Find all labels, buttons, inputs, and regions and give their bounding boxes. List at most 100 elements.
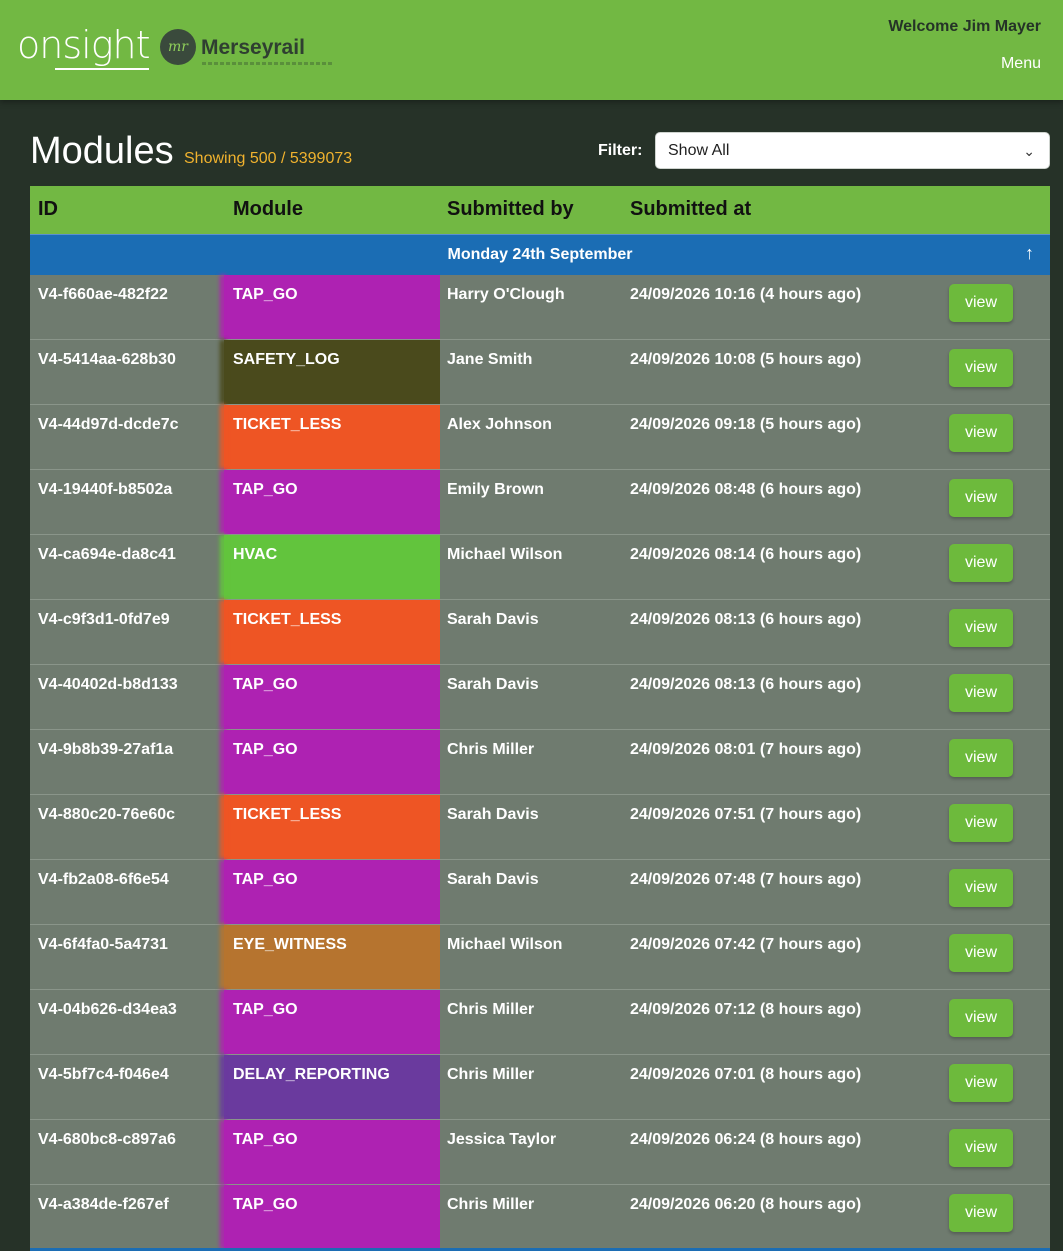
date-group-header[interactable]: Monday 24th September ↑ (30, 234, 1050, 275)
row-submitted-by: Chris Miller (447, 741, 535, 758)
merseyrail-logo: mr Merseyrail (160, 29, 340, 69)
chevron-down-icon: ⌄ (1023, 143, 1035, 159)
view-button[interactable]: view (949, 1064, 1013, 1102)
row-submitted-at: 24/09/2026 07:01 (8 hours ago) (630, 1066, 862, 1083)
view-button[interactable]: view (949, 869, 1013, 907)
view-button[interactable]: view (949, 739, 1013, 777)
row-module-badge: TAP_GO (224, 1120, 440, 1184)
filter-select-value: Show All (668, 142, 730, 159)
row-submitted-at: 24/09/2026 08:14 (6 hours ago) (630, 546, 862, 563)
row-submitted-by: Chris Miller (447, 1066, 535, 1083)
row-submitted-at: 24/09/2026 08:13 (6 hours ago) (630, 611, 862, 628)
table-row: V4-04b626-d34ea3 TAP_GO Chris Miller 24/09/… (30, 990, 1050, 1055)
row-id: V4-44d97d-dcde7c (38, 416, 179, 433)
row-submitted-by: Michael Wilson (447, 546, 563, 563)
view-button[interactable]: view (949, 349, 1013, 387)
view-button[interactable]: view (949, 804, 1013, 842)
row-submitted-at: 24/09/2026 08:01 (7 hours ago) (630, 741, 862, 758)
menu-button[interactable]: Menu (1001, 55, 1041, 73)
arrow-up-icon[interactable]: ↑ (1025, 243, 1034, 264)
row-submitted-at: 24/09/2026 08:13 (6 hours ago) (630, 676, 862, 693)
view-button[interactable]: view (949, 999, 1013, 1037)
row-id: V4-880c20-76e60c (38, 806, 176, 823)
table-row: V4-f660ae-482f22 TAP_GO Harry O'Clough 24/0… (30, 275, 1050, 340)
row-id: V4-680bc8-c897a6 (38, 1131, 176, 1148)
table-row: V4-6f4fa0-5a4731 EYE_WITNESS Michael Wilso… (30, 925, 1050, 990)
row-submitted-at: 24/09/2026 07:42 (7 hours ago) (630, 936, 862, 953)
row-submitted-by: Chris Miller (447, 1001, 535, 1018)
row-submitted-at: 24/09/2026 08:48 (6 hours ago) (630, 481, 862, 498)
row-submitted-at: 24/09/2026 09:18 (5 hours ago) (630, 416, 862, 433)
row-module-badge: DELAY_REPORTING (224, 1055, 440, 1119)
view-button[interactable]: view (949, 609, 1013, 647)
row-submitted-at: 24/09/2026 10:16 (4 hours ago) (630, 286, 862, 303)
merseyrail-tagline (202, 62, 332, 65)
table-row: V4-680bc8-c897a6 TAP_GO Jessica Taylor 24/0… (30, 1120, 1050, 1185)
table-body: V4-f660ae-482f22 TAP_GO Harry O'Clough 24/0… (30, 275, 1050, 1250)
view-button[interactable]: view (949, 284, 1013, 322)
row-id: V4-a384de-f267ef (38, 1196, 169, 1213)
row-id: V4-19440f-b8502a (38, 481, 173, 498)
modules-table: ID Module Submitted by Submitted at Mond… (30, 186, 1050, 1250)
row-id: V4-5414aa-628b30 (38, 351, 176, 368)
table-row: V4-c9f3d1-0fd7e9 TICKET_LESS Sarah Davis 24… (30, 600, 1050, 665)
view-button[interactable]: view (949, 1194, 1013, 1232)
view-button[interactable]: view (949, 934, 1013, 972)
welcome-text: Welcome Jim Mayer (888, 18, 1041, 35)
row-module-badge: HVAC (224, 535, 440, 599)
row-submitted-at: 24/09/2026 06:24 (8 hours ago) (630, 1131, 862, 1148)
row-module-badge: TICKET_LESS (224, 405, 440, 469)
table-row: V4-ca694e-da8c41 HVAC Michael Wilson 24/09/… (30, 535, 1050, 600)
row-id: V4-04b626-d34ea3 (38, 1001, 177, 1018)
filter-select[interactable]: Show All ⌄ (655, 132, 1050, 169)
column-header-module[interactable]: Module (233, 198, 303, 221)
table-row: V4-9b8b39-27af1a TAP_GO Chris Miller 24/09/… (30, 730, 1050, 795)
row-submitted-by: Chris Miller (447, 1196, 535, 1213)
table-row: V4-19440f-b8502a TAP_GO Emily Brown 24/09/2… (30, 470, 1050, 535)
column-header-id[interactable]: ID (38, 198, 58, 221)
row-submitted-by: Michael Wilson (447, 936, 563, 953)
row-module-badge: TAP_GO (224, 990, 440, 1054)
row-module-badge: TAP_GO (224, 1185, 440, 1249)
row-submitted-at: 24/09/2026 07:51 (7 hours ago) (630, 806, 862, 823)
row-module-badge: TAP_GO (224, 730, 440, 794)
row-module-badge: TAP_GO (224, 275, 440, 339)
row-id: V4-ca694e-da8c41 (38, 546, 176, 563)
row-submitted-by: Harry O'Clough (447, 286, 565, 303)
onsight-logo-text: onsight (17, 23, 150, 67)
row-id: V4-c9f3d1-0fd7e9 (38, 611, 170, 628)
view-button[interactable]: view (949, 1129, 1013, 1167)
page-title: Modules (30, 130, 174, 172)
column-header-submitted-by[interactable]: Submitted by (447, 198, 574, 221)
table-row: V4-5414aa-628b30 SAFETY_LOG Jane Smith 24/0… (30, 340, 1050, 405)
row-module-badge: EYE_WITNESS (224, 925, 440, 989)
row-submitted-at: 24/09/2026 10:08 (5 hours ago) (630, 351, 862, 368)
view-button[interactable]: view (949, 674, 1013, 712)
table-row: V4-44d97d-dcde7c TICKET_LESS Alex Johnson 2… (30, 405, 1050, 470)
view-button[interactable]: view (949, 479, 1013, 517)
column-header-submitted-at[interactable]: Submitted at (630, 198, 751, 221)
row-id: V4-40402d-b8d133 (38, 676, 178, 693)
row-submitted-by: Sarah Davis (447, 806, 539, 823)
row-submitted-by: Sarah Davis (447, 871, 539, 888)
row-id: V4-fb2a08-6f6e54 (38, 871, 169, 888)
row-submitted-by: Sarah Davis (447, 676, 539, 693)
row-submitted-by: Sarah Davis (447, 611, 539, 628)
row-module-badge: TAP_GO (224, 470, 440, 534)
row-module-badge: TICKET_LESS (224, 600, 440, 664)
row-module-badge: SAFETY_LOG (224, 340, 440, 404)
showing-count: Showing 500 / 5399073 (184, 150, 353, 167)
view-button[interactable]: view (949, 544, 1013, 582)
top-bar: onsight mr Merseyrail Welcome Jim Mayer … (0, 0, 1063, 100)
row-submitted-at: 24/09/2026 06:20 (8 hours ago) (630, 1196, 862, 1213)
row-module-badge: TICKET_LESS (224, 795, 440, 859)
row-submitted-by: Alex Johnson (447, 416, 552, 433)
filter-label: Filter: (598, 142, 643, 159)
row-submitted-by: Emily Brown (447, 481, 544, 498)
view-button[interactable]: view (949, 414, 1013, 452)
row-submitted-by: Jane Smith (447, 351, 533, 368)
onsight-logo[interactable]: onsight (17, 23, 150, 70)
date-group-label: Monday 24th September (447, 246, 633, 263)
logo-underline (55, 68, 150, 70)
merseyrail-logo-text: Merseyrail (201, 36, 305, 59)
